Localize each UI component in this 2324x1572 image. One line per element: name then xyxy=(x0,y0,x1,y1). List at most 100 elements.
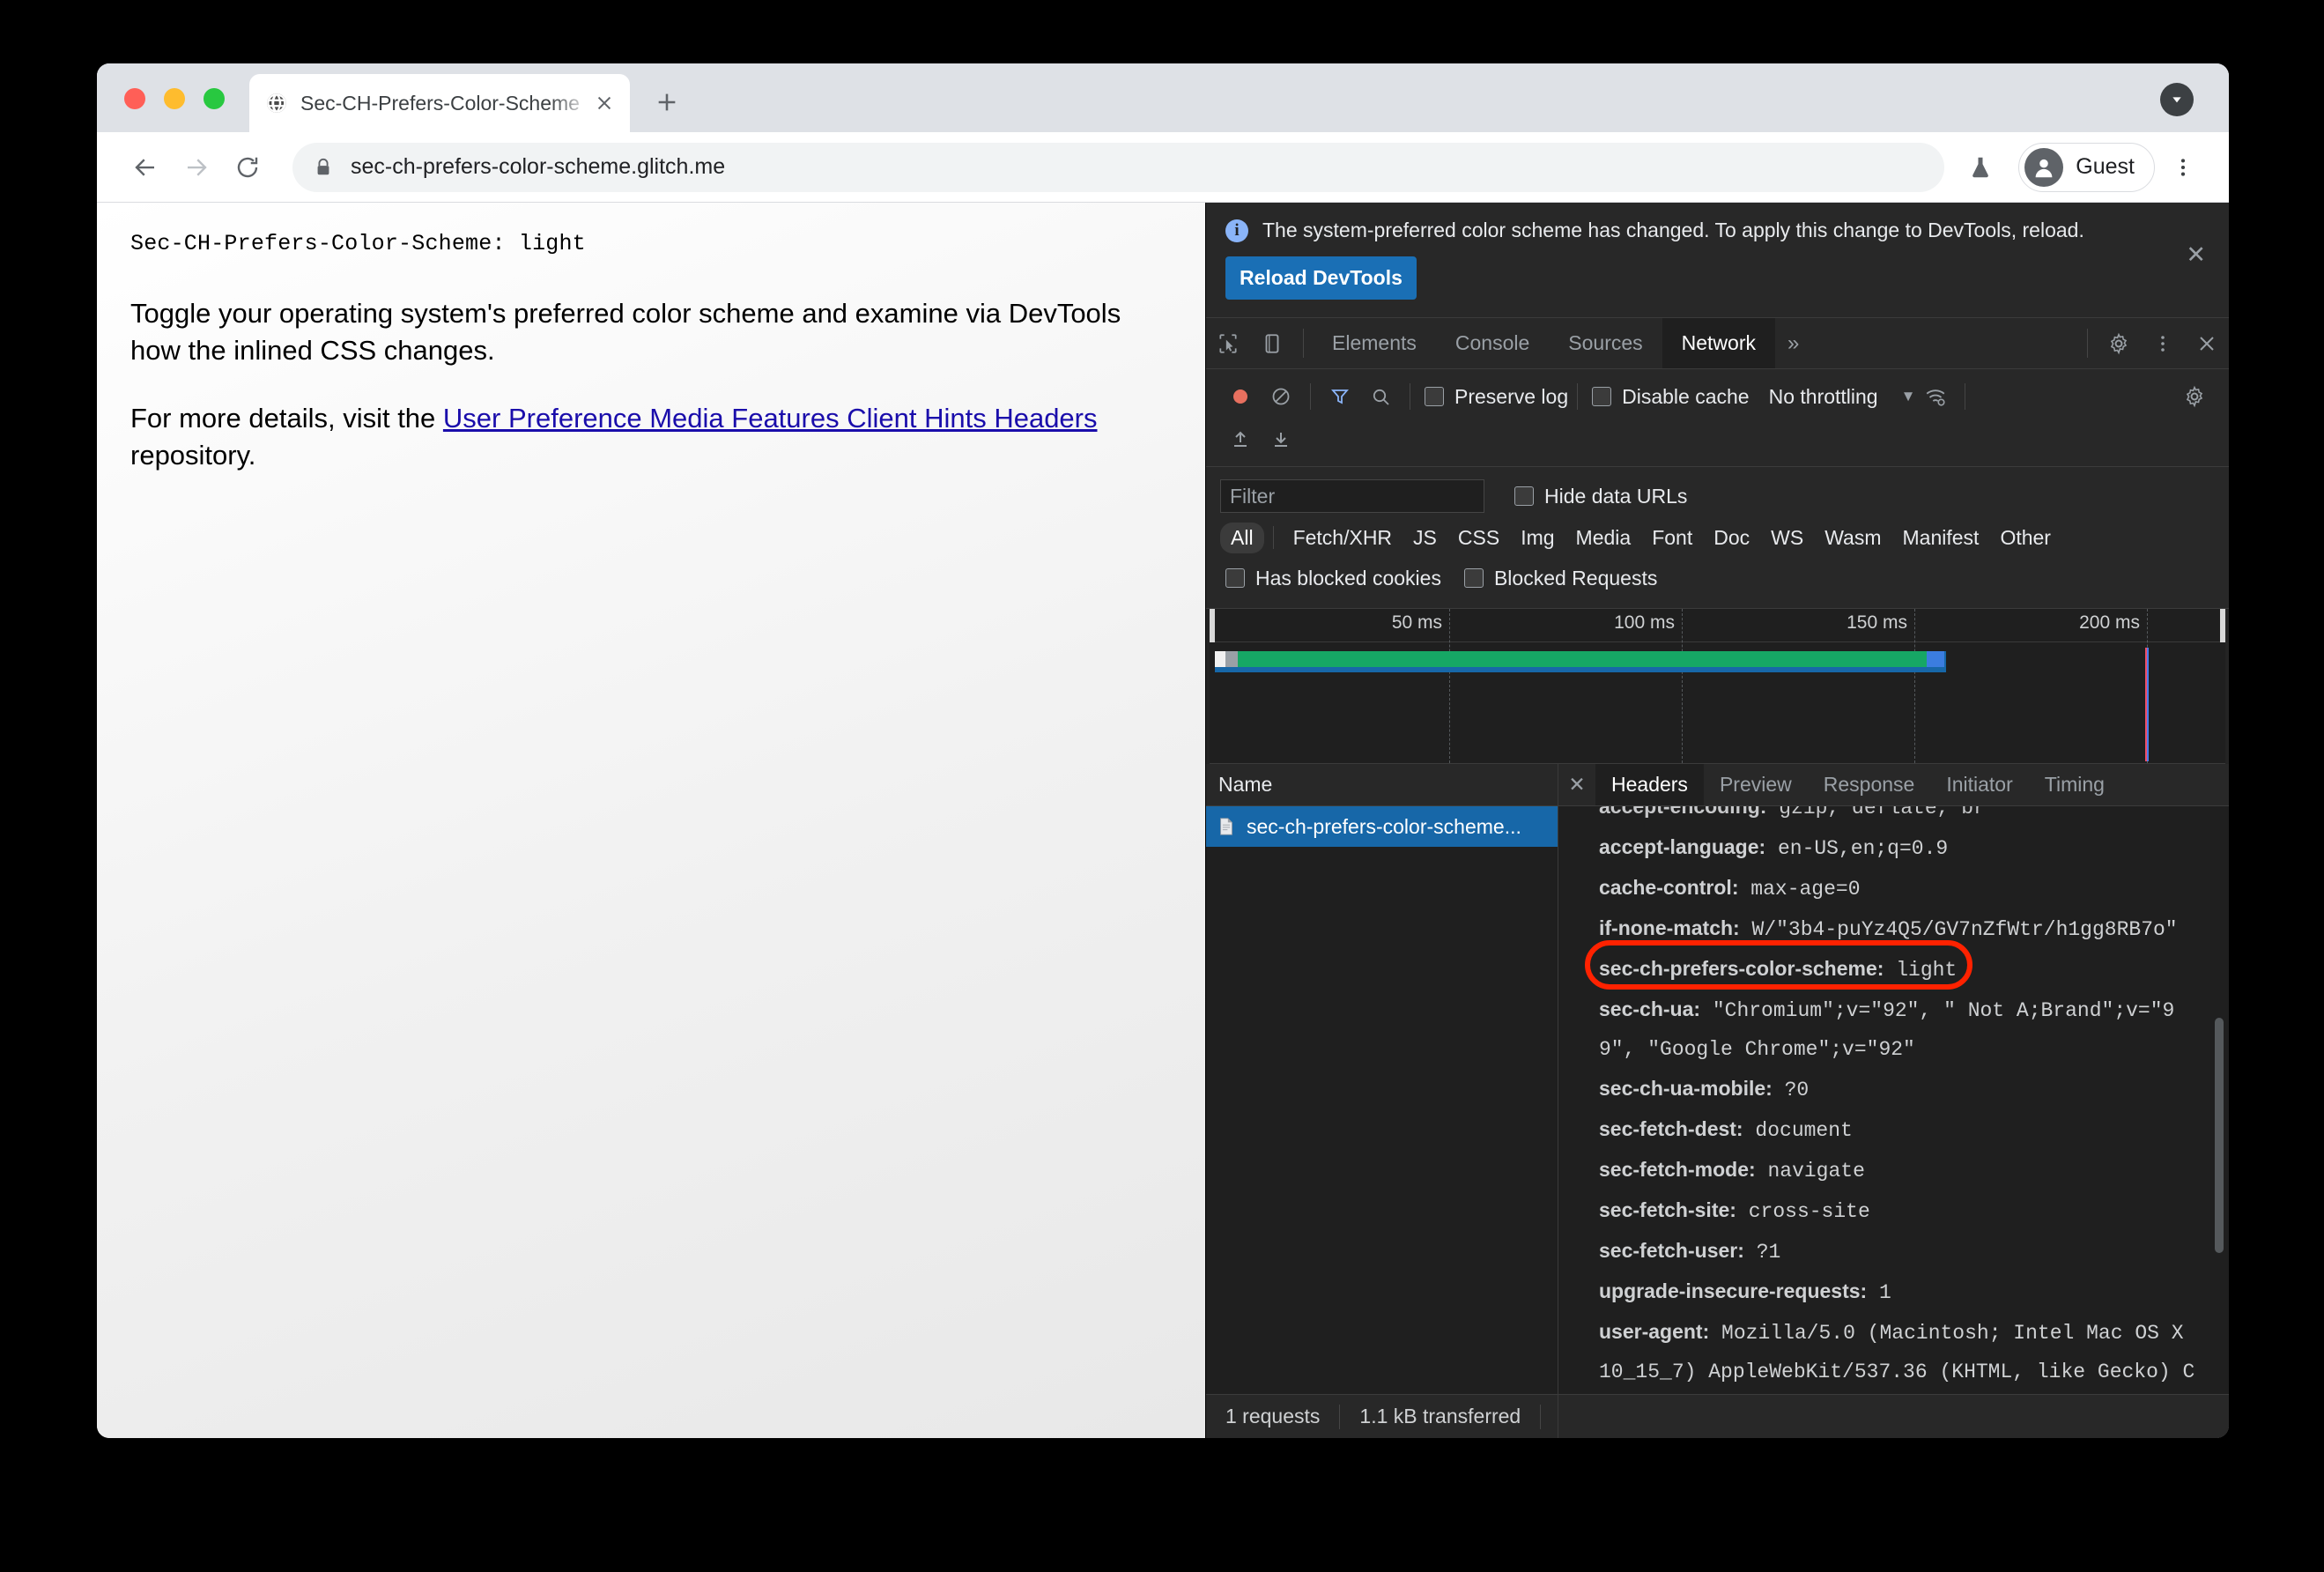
filter-input[interactable] xyxy=(1220,479,1484,513)
three-dots-vertical-icon[interactable] xyxy=(2141,318,2185,368)
tab-strip: Sec-CH-Prefers-Color-Scheme xyxy=(97,63,2229,132)
header-name: sec-fetch-mode: xyxy=(1599,1158,1756,1181)
close-icon[interactable]: ✕ xyxy=(2186,243,2206,267)
minimize-window-button[interactable] xyxy=(164,88,185,109)
device-toolbar-icon[interactable] xyxy=(1250,318,1294,368)
inspect-cursor-icon[interactable] xyxy=(1206,318,1250,368)
overview-right-handle[interactable] xyxy=(2220,609,2225,642)
network-overview-timeline[interactable]: 50 ms 100 ms 150 ms 200 ms xyxy=(1210,609,2225,764)
tab-search-button[interactable] xyxy=(2160,83,2194,116)
forward-button[interactable] xyxy=(171,142,222,193)
clear-prohibited-icon[interactable] xyxy=(1261,376,1301,417)
checkbox-box xyxy=(1225,568,1245,588)
header-value: ?1 xyxy=(1743,1241,1781,1264)
content-area: Sec-CH-Prefers-Color-Scheme: light Toggl… xyxy=(97,203,2229,1438)
type-chip-js[interactable]: JS xyxy=(1403,523,1447,553)
close-icon[interactable]: ✕ xyxy=(1558,764,1595,805)
header-row-accept-language: accept-language: en-US,en;q=0.9 xyxy=(1599,827,2202,868)
header-row-accept-encoding: accept-encoding: gzip, deflate, br xyxy=(1599,806,2202,827)
headers-list[interactable]: accept-encoding: gzip, deflate, br accep… xyxy=(1558,806,2229,1394)
checkbox-box xyxy=(1592,387,1612,406)
reload-button[interactable] xyxy=(222,142,273,193)
type-chip-doc[interactable]: Doc xyxy=(1703,523,1760,553)
type-chip-wasm[interactable]: Wasm xyxy=(1814,523,1891,553)
header-value: navigate xyxy=(1755,1160,1865,1183)
throttling-select[interactable]: No throttling ▼ xyxy=(1769,385,1916,409)
bar-segment-stalled xyxy=(1225,651,1238,667)
detail-scrollbar[interactable] xyxy=(2215,806,2224,1394)
hide-data-urls-checkbox[interactable]: Hide data URLs xyxy=(1514,485,1687,508)
record-circle-icon[interactable] xyxy=(1220,376,1261,417)
header-row-user-agent: user-agent: Mozilla/5.0 (Macintosh; Inte… xyxy=(1599,1312,2202,1394)
window-traffic-lights xyxy=(97,88,225,132)
address-bar[interactable]: sec-ch-prefers-color-scheme.glitch.me xyxy=(292,142,1945,192)
close-icon[interactable] xyxy=(2185,318,2229,368)
flask-icon[interactable] xyxy=(1957,144,2004,191)
type-chip-media[interactable]: Media xyxy=(1565,523,1642,553)
search-icon[interactable] xyxy=(1360,376,1401,417)
header-name: sec-ch-prefers-color-scheme: xyxy=(1599,957,1884,980)
hide-data-urls-label: Hide data URLs xyxy=(1544,484,1688,508)
detail-tab-headers[interactable]: Headers xyxy=(1595,764,1704,805)
tab-console[interactable]: Console xyxy=(1436,318,1549,368)
chevron-double-right-icon[interactable]: » xyxy=(1775,318,1811,368)
detail-tab-preview[interactable]: Preview xyxy=(1704,764,1808,805)
gear-icon[interactable] xyxy=(2097,318,2141,368)
header-name: sec-fetch-dest: xyxy=(1599,1117,1743,1140)
checkbox-box xyxy=(1425,387,1444,406)
type-chip-img[interactable]: Img xyxy=(1510,523,1565,553)
dom-content-loaded-marker xyxy=(2147,648,2149,761)
devtools-tabbar: Elements Console Sources Network » xyxy=(1206,318,2229,369)
page-paragraph-2: For more details, visit the User Prefere… xyxy=(130,400,1170,473)
preserve-log-checkbox[interactable]: Preserve log xyxy=(1425,385,1568,409)
download-arrow-icon[interactable] xyxy=(1261,419,1301,459)
back-button[interactable] xyxy=(120,142,171,193)
wifi-settings-icon[interactable] xyxy=(1915,376,1956,417)
close-window-button[interactable] xyxy=(124,88,145,109)
close-icon[interactable] xyxy=(591,90,618,116)
type-chip-other[interactable]: Other xyxy=(1989,523,2061,553)
has-blocked-cookies-label: Has blocked cookies xyxy=(1255,566,1441,590)
type-chip-all[interactable]: All xyxy=(1220,522,1264,553)
page-viewport: Sec-CH-Prefers-Color-Scheme: light Toggl… xyxy=(97,203,1205,1438)
detail-tab-timing[interactable]: Timing xyxy=(2029,764,2120,805)
type-chip-font[interactable]: Font xyxy=(1641,523,1703,553)
header-value: ?0 xyxy=(1772,1079,1810,1101)
type-chip-ws[interactable]: WS xyxy=(1760,523,1814,553)
maximize-window-button[interactable] xyxy=(204,88,225,109)
disable-cache-checkbox[interactable]: Disable cache xyxy=(1592,385,1750,409)
browser-tab[interactable]: Sec-CH-Prefers-Color-Scheme xyxy=(249,74,630,132)
new-tab-button[interactable] xyxy=(646,81,688,123)
detail-tab-response[interactable]: Response xyxy=(1808,764,1931,805)
blocked-requests-checkbox[interactable]: Blocked Requests xyxy=(1463,567,1657,590)
type-chip-fetch-xhr[interactable]: Fetch/XHR xyxy=(1283,523,1403,553)
header-name: if-none-match: xyxy=(1599,916,1740,939)
request-list-column-name[interactable]: Name xyxy=(1206,764,1558,806)
header-name: user-agent: xyxy=(1599,1320,1710,1343)
request-row[interactable]: sec-ch-prefers-color-scheme... xyxy=(1206,806,1558,847)
tab-sources[interactable]: Sources xyxy=(1549,318,1662,368)
overview-ruler: 50 ms 100 ms 150 ms 200 ms xyxy=(1210,609,2225,763)
gear-icon[interactable] xyxy=(2174,376,2215,417)
detail-tab-initiator[interactable]: Initiator xyxy=(1930,764,2028,805)
reload-devtools-button[interactable]: Reload DevTools xyxy=(1225,256,1417,300)
divider xyxy=(1540,1404,1542,1429)
tab-elements[interactable]: Elements xyxy=(1313,318,1436,368)
profile-button[interactable]: Guest xyxy=(2018,142,2155,192)
has-blocked-cookies-checkbox[interactable]: Has blocked cookies xyxy=(1225,567,1441,590)
tab-network[interactable]: Network xyxy=(1662,318,1775,368)
type-chip-css[interactable]: CSS xyxy=(1447,523,1510,553)
header-value: light xyxy=(1884,959,1958,982)
upload-arrow-icon[interactable] xyxy=(1220,419,1261,459)
funnel-icon[interactable] xyxy=(1320,376,1360,417)
profile-name: Guest xyxy=(2076,154,2135,179)
infobar-message: The system-preferred color scheme has ch… xyxy=(1262,219,2084,241)
three-dots-vertical-icon[interactable] xyxy=(2160,145,2206,190)
header-row-sec-ch-ua: sec-ch-ua: "Chromium";v="92", " Not A;Br… xyxy=(1599,990,2202,1069)
type-chip-manifest[interactable]: Manifest xyxy=(1892,523,1990,553)
overview-left-handle[interactable] xyxy=(1210,609,1215,642)
user-preference-media-features-link[interactable]: User Preference Media Features Client Hi… xyxy=(443,403,1098,434)
detail-scrollbar-thumb[interactable] xyxy=(2215,1018,2224,1253)
status-transferred: 1.1 kB transferred xyxy=(1359,1405,1521,1427)
